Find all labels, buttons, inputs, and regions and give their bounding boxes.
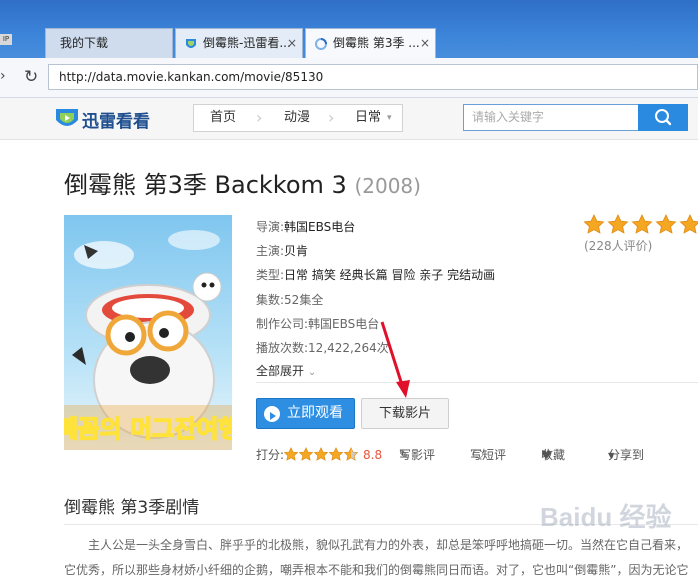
score-row: 打分: 8.8 ✎ 写影评 🗨 写短评 ♥ 收藏 分享到 ▾ — [256, 446, 698, 466]
score-value: 8.8 — [363, 448, 383, 462]
episodes-value: 52集全 — [284, 293, 324, 307]
movie-title: 倒霉熊 第3季 Backkom 3 — [64, 171, 347, 199]
tab-label: 我的下载 — [60, 36, 109, 50]
baidu-paw-icon: Baidu 经验 — [540, 502, 671, 532]
info-label: 播放次数: — [256, 341, 309, 355]
logo-text: 迅雷看看 — [82, 112, 150, 132]
info-label: 类型: — [256, 268, 285, 282]
caret-down-icon: ▾ — [608, 448, 615, 462]
info-label: 导演: — [256, 220, 285, 234]
info-episodes: 集数:52集全 — [256, 291, 323, 308]
tab-active-backkom3[interactable]: 倒霉熊 第3季 ... × — [305, 28, 436, 58]
baidu-watermark: Baidu 经验 — [540, 492, 690, 546]
info-label: 制作公司: — [256, 317, 309, 331]
play-icon — [264, 406, 280, 422]
breadcrumb-separator: › — [256, 108, 263, 127]
info-director: 导演:韩国EBS电台 — [256, 218, 355, 235]
breadcrumb-home[interactable]: 首页 — [210, 105, 236, 131]
ie-badge: IP — [0, 34, 12, 45]
kankan-logo-icon — [56, 109, 78, 126]
breadcrumb: 首页 › 动漫 › 日常 ▾ — [193, 104, 403, 132]
write-short-label: 写短评 — [470, 448, 507, 462]
watch-now-button[interactable]: 立即观看 — [256, 398, 355, 429]
annotation-arrow-icon — [380, 321, 410, 398]
breadcrumb-separator: › — [328, 108, 335, 127]
genre-value[interactable]: 日常 搞笑 经典长篇 冒险 亲子 完结动画 — [284, 268, 495, 282]
search-icon — [655, 109, 672, 126]
tab-label: 倒霉熊 第3季 ... — [333, 36, 420, 50]
divider — [256, 382, 698, 383]
search-button[interactable] — [638, 104, 688, 131]
download-button[interactable]: 下载影片 — [361, 398, 449, 429]
close-tab-icon[interactable]: × — [420, 29, 430, 57]
star-rating-icon — [283, 447, 359, 461]
movie-year: (2008) — [354, 174, 421, 198]
site-header: 迅雷看看 首页 › 动漫 › 日常 ▾ 请输入关键字 — [0, 98, 698, 140]
favorite-label: 收藏 — [541, 448, 566, 462]
forward-arrow-icon[interactable]: › — [0, 68, 12, 88]
info-plays: 播放次数:12,422,264次 — [256, 339, 389, 356]
loading-spinner-icon — [315, 37, 327, 50]
address-bar-row: › ↻ http://data.movie.kankan.com/movie/8… — [0, 58, 698, 98]
info-studio: 制作公司:韩国EBS电台 — [256, 315, 379, 332]
search-input[interactable]: 请输入关键字 — [463, 104, 639, 131]
info-genre: 类型:日常 搞笑 经典长篇 冒险 亲子 完结动画 — [256, 266, 495, 283]
poster-image: 빼꼼의 머그잔여행 — [64, 215, 232, 450]
cast-value[interactable]: 贝肯 — [284, 244, 308, 258]
chevron-down-icon: ⌄ — [307, 367, 317, 378]
refresh-icon[interactable]: ↻ — [24, 67, 38, 87]
chevron-down-icon[interactable]: ▾ — [387, 105, 392, 131]
breadcrumb-daily[interactable]: 日常 — [355, 105, 381, 131]
info-cast: 主演:贝肯 — [256, 242, 308, 259]
poster-title-text: 빼꼼의 머그잔여행 — [64, 415, 232, 443]
url-field[interactable]: http://data.movie.kankan.com/movie/85130 — [48, 64, 698, 90]
browser-titlebar: IP 我的下载 倒霉熊-迅雷看... × 倒霉熊 第3季 ... × — [0, 0, 698, 62]
studio-value: 韩国EBS电台 — [308, 317, 380, 331]
watermark-text: Baidu 经验 — [540, 502, 671, 532]
score-stars[interactable] — [283, 447, 360, 468]
synopsis-heading: 倒霉熊 第3季剧情 — [64, 498, 200, 518]
page-title: 倒霉熊 第3季 Backkom 3 (2008) — [64, 165, 421, 200]
info-label: 主演: — [256, 244, 285, 258]
review-count[interactable]: (228人评价) — [584, 237, 652, 254]
tab-my-downloads[interactable]: 我的下载 — [45, 28, 173, 58]
tab-kankan-backkom[interactable]: 倒霉熊-迅雷看... × — [175, 28, 303, 58]
kankan-favicon-icon — [186, 38, 196, 48]
breadcrumb-anime[interactable]: 动漫 — [284, 105, 310, 131]
director-value[interactable]: 韩国EBS电台 — [284, 220, 355, 234]
info-label: 集数: — [256, 293, 285, 307]
expand-all-link[interactable]: 全部展开 ⌄ — [256, 362, 316, 379]
star-rating-icon — [583, 214, 698, 234]
movie-poster[interactable]: 빼꼼의 머그잔여행 — [64, 215, 232, 450]
watch-now-label: 立即观看 — [287, 405, 343, 421]
expand-all-label: 全部展开 — [256, 364, 305, 378]
tab-label: 倒霉熊-迅雷看... — [203, 36, 291, 50]
close-tab-icon[interactable]: × — [287, 29, 297, 57]
score-label: 打分: — [256, 448, 285, 462]
download-label: 下载影片 — [378, 406, 431, 421]
write-review-label: 写影评 — [399, 448, 436, 462]
